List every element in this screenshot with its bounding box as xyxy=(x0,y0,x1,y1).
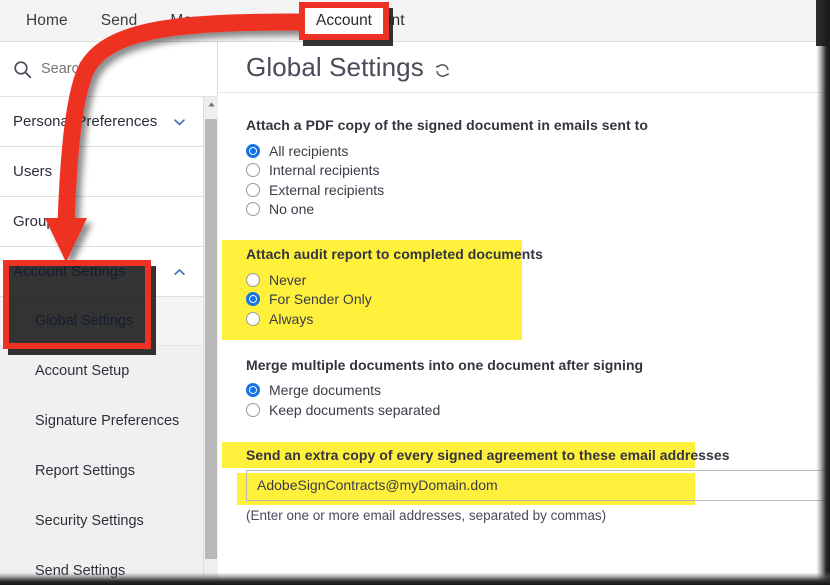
account-tab-callout-text: Account xyxy=(315,12,372,29)
radio-button[interactable] xyxy=(246,143,260,158)
sidebar-item-signature-preferences[interactable]: Signature Preferences xyxy=(0,396,217,446)
radio-button[interactable] xyxy=(246,402,260,417)
section-attach-audit-report: Attach audit report to completed documen… xyxy=(219,240,830,340)
radio-label: Merge documents xyxy=(269,382,382,399)
radio-option-always[interactable]: Always xyxy=(246,309,830,329)
sidebar-item-label: Account Setup xyxy=(35,363,130,379)
sidebar-item-label: Security Settings xyxy=(35,513,144,529)
sidebar-item-label: Users xyxy=(13,163,53,180)
radio-button[interactable] xyxy=(246,383,260,398)
radio-button[interactable] xyxy=(246,311,260,326)
chevron-down-icon[interactable] xyxy=(172,114,187,129)
app-window: Home Send Manage Reports Account Persona… xyxy=(0,0,830,585)
radio-label: Always xyxy=(269,310,314,327)
radio-label: All recipients xyxy=(269,142,349,159)
nav-item-manage[interactable]: Manage xyxy=(170,12,227,30)
radio-option-for-sender-only[interactable]: For Sender Only xyxy=(246,290,830,310)
sidebar-item-groups[interactable]: Groups xyxy=(0,197,217,247)
radio-option-no-one[interactable]: No one xyxy=(246,200,830,220)
radio-group-attach-audit-report: Never For Sender Only Always xyxy=(246,270,830,329)
refresh-icon[interactable] xyxy=(433,61,452,80)
nav-item-send[interactable]: Send xyxy=(101,12,138,30)
main-content: Global Settings Attach a PDF copy of the… xyxy=(219,42,830,585)
chevron-up-icon[interactable] xyxy=(172,264,187,279)
sidebar-scrollbar-thumb[interactable] xyxy=(205,119,217,559)
sidebar-scrollbar[interactable] xyxy=(203,97,218,585)
account-settings-callout-box xyxy=(3,260,151,349)
radio-option-all-recipients[interactable]: All recipients xyxy=(246,141,830,161)
radio-option-merge-documents[interactable]: Merge documents xyxy=(246,381,830,401)
sidebar-item-label: Signature Preferences xyxy=(35,413,180,429)
section-title: Attach audit report to completed documen… xyxy=(246,246,543,262)
top-navigation-bar: Home Send Manage Reports Account xyxy=(0,0,830,42)
sidebar-item-report-settings[interactable]: Report Settings xyxy=(0,446,217,496)
radio-label: Never xyxy=(269,271,307,288)
search-input[interactable] xyxy=(41,61,191,77)
radio-label: No one xyxy=(269,201,315,218)
page-title-row: Global Settings xyxy=(219,42,830,83)
section-merge-documents: Merge multiple documents into one docume… xyxy=(219,357,830,420)
search-icon xyxy=(13,60,32,79)
section-attach-pdf-copy: Attach a PDF copy of the signed document… xyxy=(219,117,830,219)
radio-option-internal-recipients[interactable]: Internal recipients xyxy=(246,161,830,181)
radio-option-external-recipients[interactable]: External recipients xyxy=(246,180,830,200)
sidebar-search-bar[interactable] xyxy=(0,42,218,97)
radio-button[interactable] xyxy=(246,272,260,287)
page-title: Global Settings xyxy=(246,52,424,82)
radio-group-merge-documents: Merge documents Keep documents separated xyxy=(246,381,830,420)
section-send-extra-copy: Send an extra copy of every signed agree… xyxy=(219,441,830,523)
scroll-up-arrow-icon[interactable] xyxy=(204,97,218,112)
sidebar-item-label: Groups xyxy=(13,213,63,230)
radio-button[interactable] xyxy=(246,292,260,307)
email-input-hint: (Enter one or more email addresses, sepa… xyxy=(246,507,607,523)
sidebar-item-label: Personal Preferences xyxy=(13,113,158,130)
radio-option-never[interactable]: Never xyxy=(246,270,830,290)
radio-label: Internal recipients xyxy=(269,162,380,179)
email-input-wrapper xyxy=(246,469,830,501)
account-tab-callout-label[interactable]: Account xyxy=(299,2,389,40)
radio-option-keep-documents-separated[interactable]: Keep documents separated xyxy=(246,400,830,420)
sidebar-item-users[interactable]: Users xyxy=(0,147,217,197)
radio-label: External recipients xyxy=(269,181,385,198)
sidebar-item-label: Send Settings xyxy=(35,563,126,579)
radio-button[interactable] xyxy=(246,163,260,178)
radio-label: Keep documents separated xyxy=(269,401,441,418)
section-title: Send an extra copy of every signed agree… xyxy=(246,446,730,463)
title-divider xyxy=(219,92,830,93)
sidebar-item-security-settings[interactable]: Security Settings xyxy=(0,496,217,546)
radio-group-attach-pdf-copy: All recipients Internal recipients Exter… xyxy=(246,141,830,219)
nav-item-home[interactable]: Home xyxy=(26,12,68,30)
section-title: Attach a PDF copy of the signed document… xyxy=(246,117,648,133)
sidebar-item-label: Report Settings xyxy=(35,463,135,479)
radio-label: For Sender Only xyxy=(269,291,372,308)
sidebar-item-send-settings[interactable]: Send Settings xyxy=(0,546,217,585)
radio-button[interactable] xyxy=(246,182,260,197)
section-title: Merge multiple documents into one docume… xyxy=(246,356,644,373)
extra-copy-email-input[interactable] xyxy=(246,469,830,501)
radio-button[interactable] xyxy=(246,202,260,217)
sidebar-item-personal-preferences[interactable]: Personal Preferences xyxy=(0,97,217,147)
